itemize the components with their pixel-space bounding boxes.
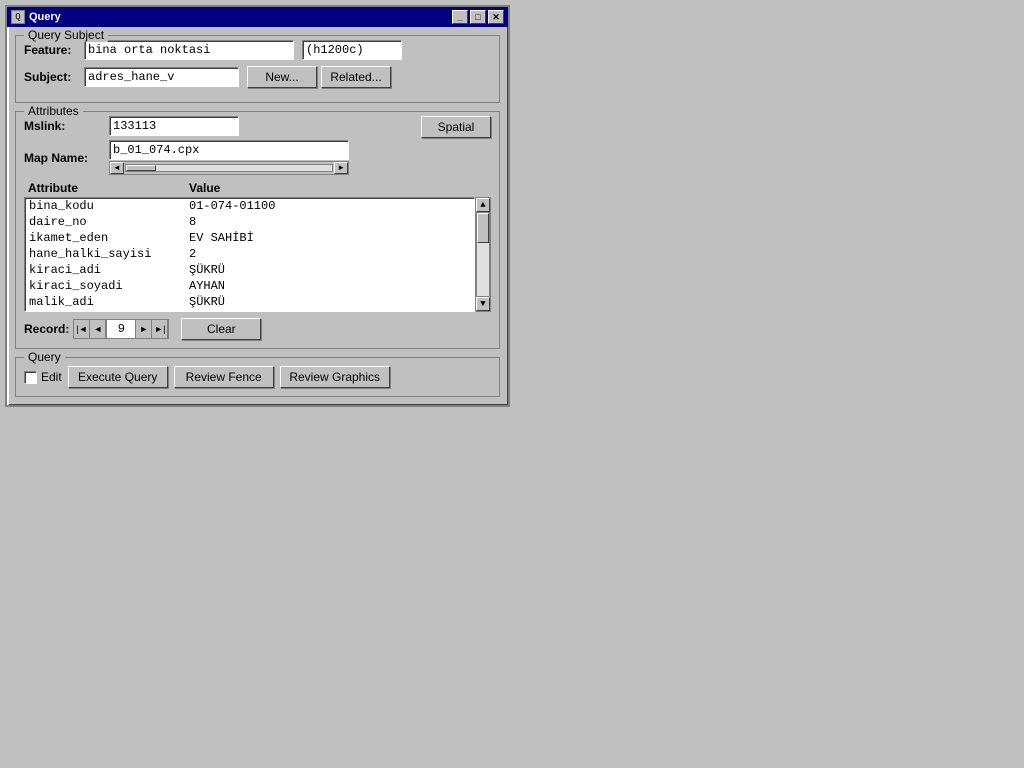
scroll-down-arrow[interactable]: ▼ [476,297,490,311]
attr-value-cell: 8 [189,215,470,229]
attr-value-cell: AYHAN [189,311,470,312]
query-subject-label: Query Subject [24,28,108,42]
mslink-input[interactable] [109,116,239,136]
feature-input[interactable] [84,40,294,60]
mslink-row: Mslink: [24,116,421,136]
mapname-container: ◄ ► [109,140,349,175]
table-row[interactable]: bina_kodu01-074-01100 [25,198,474,214]
review-fence-button[interactable]: Review Fence [174,366,274,388]
table-row[interactable]: daire_no8 [25,214,474,230]
close-button[interactable]: ✕ [488,10,504,24]
attr-fields: Mslink: Map Name: ◄ ► [24,116,421,175]
subject-input[interactable] [84,67,239,87]
feature-label: Feature: [24,43,84,57]
attr-table-body[interactable]: bina_kodu01-074-01100daire_no8ikamet_ede… [24,197,475,312]
attributes-label: Attributes [24,104,83,118]
window-title: Query [29,11,61,23]
attr-name-cell: bina_kodu [29,199,189,213]
execute-query-button[interactable]: Execute Query [68,366,168,388]
col-attribute-header: Attribute [24,181,189,195]
mslink-label: Mslink: [24,119,109,133]
table-row[interactable]: malik_adiŞÜKRÜ [25,294,474,310]
table-row[interactable]: malik_soyadiAYHAN [25,310,474,312]
table-row[interactable]: kiraci_adiŞÜKRÜ [25,262,474,278]
mapname-input[interactable] [109,140,349,160]
col-value-header: Value [189,181,491,195]
attr-value-cell: EV SAHİBİ [189,231,470,245]
edit-checkbox[interactable] [24,371,37,384]
subject-label: Subject: [24,70,84,84]
scroll-track-h [125,164,333,172]
table-row[interactable]: kiraci_soyadiAYHAN [25,278,474,294]
query-group: Query Edit Execute Query Review Fence Re… [15,357,500,397]
edit-label: Edit [41,370,62,384]
mapname-scrollbar[interactable]: ◄ ► [109,161,349,175]
scroll-up-arrow[interactable]: ▲ [476,198,490,212]
attr-value-cell: ŞÜKRÜ [189,295,470,309]
query-subject-group: Query Subject Feature: Subject: New... R… [15,35,500,103]
nav-next-button[interactable]: ► [136,320,152,338]
attr-value-cell: ŞÜKRÜ [189,263,470,277]
scroll-thumb-h[interactable] [126,165,156,171]
attr-name-cell: kiraci_soyadi [29,279,189,293]
nav-first-button[interactable]: |◄ [74,320,90,338]
clear-button[interactable]: Clear [181,318,261,340]
mapname-label: Map Name: [24,151,109,165]
feature-code-input[interactable] [302,40,402,60]
attr-value-cell: 2 [189,247,470,261]
attr-name-cell: daire_no [29,215,189,229]
attr-name-cell: ikamet_eden [29,231,189,245]
query-group-label: Query [24,350,65,364]
mapname-row: Map Name: ◄ ► [24,140,421,175]
review-graphics-button[interactable]: Review Graphics [280,366,390,388]
v-scroll-thumb[interactable] [477,213,489,243]
new-button[interactable]: New... [247,66,317,88]
table-row[interactable]: ikamet_edenEV SAHİBİ [25,230,474,246]
attr-table-header: Attribute Value [24,179,491,197]
attr-name-cell: hane_halki_sayisi [29,247,189,261]
attr-name-cell: malik_adi [29,295,189,309]
scroll-left-arrow[interactable]: ◄ [110,162,124,174]
v-scrollbar[interactable]: ▲ ▼ [475,197,491,312]
title-buttons: _ □ ✕ [452,10,504,24]
feature-row: Feature: [24,40,491,60]
edit-checkbox-container: Edit [24,370,62,384]
query-row: Edit Execute Query Review Fence Review G… [24,366,491,388]
record-label: Record: [24,322,69,336]
v-scroll-track [476,212,490,297]
attr-top-row: Mslink: Map Name: ◄ ► [24,116,491,175]
maximize-button[interactable]: □ [470,10,486,24]
related-button[interactable]: Related... [321,66,391,88]
minimize-button[interactable]: _ [452,10,468,24]
query-window: Q Query _ □ ✕ Query Subject Feature: Sub… [5,5,510,407]
attr-value-cell: 01-074-01100 [189,199,470,213]
attributes-group: Attributes Mslink: Map Name: ◄ [15,111,500,349]
record-nav: |◄ ◄ ► ►| [73,319,169,339]
record-row: Record: |◄ ◄ ► ►| Clear [24,318,491,340]
scroll-right-arrow[interactable]: ► [334,162,348,174]
spatial-button[interactable]: Spatial [421,116,491,138]
attr-name-cell: kiraci_adi [29,263,189,277]
record-input[interactable] [106,320,136,338]
window-content: Query Subject Feature: Subject: New... R… [7,27,508,405]
attr-name-cell: malik_soyadi [29,311,189,312]
attr-value-cell: AYHAN [189,279,470,293]
table-row[interactable]: hane_halki_sayisi2 [25,246,474,262]
title-bar: Q Query _ □ ✕ [7,7,508,27]
attr-table-scroll: bina_kodu01-074-01100daire_no8ikamet_ede… [24,197,491,312]
nav-last-button[interactable]: ►| [152,320,168,338]
nav-prev-button[interactable]: ◄ [90,320,106,338]
subject-row: Subject: New... Related... [24,66,491,88]
window-icon: Q [11,10,25,24]
